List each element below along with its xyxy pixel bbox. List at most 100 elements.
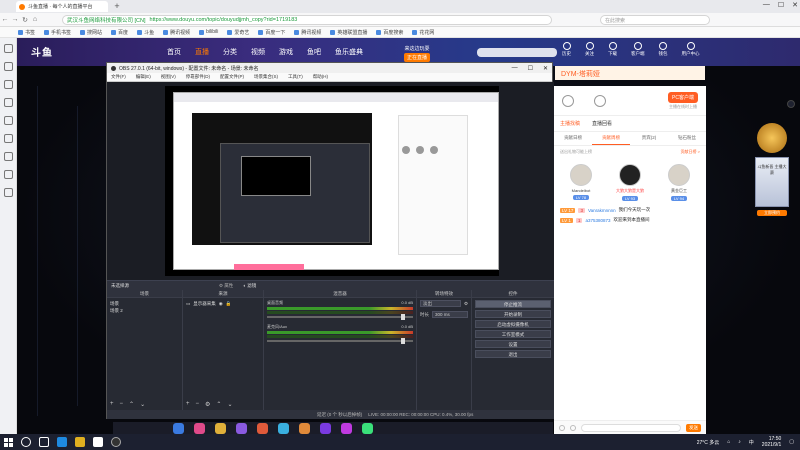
podium-user[interactable]: 大狼大狼是大狼 LV 93: [616, 164, 644, 201]
side-ad[interactable]: 斗鱼新晋 主播大赛 立即预约: [752, 113, 792, 243]
nav-item[interactable]: 视频: [251, 47, 265, 57]
remove-icon[interactable]: −: [120, 401, 124, 408]
volume-icon[interactable]: ♪: [738, 439, 741, 445]
down-icon[interactable]: ⌄: [140, 401, 145, 408]
header-icon-item[interactable]: 用户中心: [682, 42, 700, 57]
chat-icon[interactable]: [4, 170, 13, 179]
emoji-icon[interactable]: [570, 424, 576, 431]
edge-icon[interactable]: [57, 437, 67, 447]
rank-tab[interactable]: 贡献周榜: [592, 132, 630, 145]
gift-icon[interactable]: [320, 422, 331, 434]
nav-item[interactable]: 分类: [223, 47, 237, 57]
close-ad-icon[interactable]: [787, 100, 795, 108]
rank-tab[interactable]: 贡献日榜: [554, 132, 592, 145]
home-icon[interactable]: ⌂: [30, 16, 40, 23]
rank-note-link[interactable]: 贡献日榜 >: [681, 149, 700, 155]
chat-nick[interactable]: a375380873: [585, 218, 610, 223]
task-view-icon[interactable]: [39, 437, 49, 447]
chat-nick[interactable]: Vanrakmnnnn: [588, 208, 616, 213]
control-button[interactable]: 停止推流: [475, 300, 551, 308]
control-button[interactable]: 启动虚拟摄像机: [475, 320, 551, 328]
weather[interactable]: 27°C 多云: [697, 439, 720, 446]
network-icon[interactable]: ⌂: [727, 439, 730, 445]
up-icon[interactable]: ⌃: [129, 401, 134, 408]
obs-menu-item[interactable]: 场景集合(S): [254, 74, 278, 80]
obs-menu-item[interactable]: 停靠部件(D): [186, 74, 210, 80]
gift-icon[interactable]: [173, 422, 184, 434]
bookmark-item[interactable]: 爱奇艺: [227, 29, 249, 36]
douyu-logo[interactable]: 斗鱼: [31, 44, 121, 62]
header-icon-item[interactable]: 关注: [585, 42, 594, 57]
minimize-icon[interactable]: —: [763, 1, 770, 9]
control-button[interactable]: 工作室模式: [475, 330, 551, 338]
explorer-icon[interactable]: [75, 437, 85, 447]
maximize-icon[interactable]: ☐: [778, 1, 784, 9]
nav-item[interactable]: 首页: [167, 47, 181, 57]
url-input[interactable]: 武汉斗鱼网络科技有限公司 [CN] https://www.douyu.com/…: [62, 15, 552, 25]
start-icon[interactable]: [4, 437, 13, 447]
download-icon[interactable]: [4, 80, 13, 89]
bookmark-item[interactable]: 书签: [18, 29, 35, 36]
room-tab[interactable]: 直播回看: [592, 120, 612, 127]
podium-user[interactable]: 黄金巨工 LV 94: [668, 164, 690, 201]
volume-slider[interactable]: [267, 338, 413, 344]
obs-minimize-icon[interactable]: —: [512, 65, 518, 72]
up-icon[interactable]: ⌃: [216, 401, 221, 408]
gift-icon[interactable]: [194, 422, 205, 434]
add-icon[interactable]: +: [186, 401, 190, 408]
gear-icon[interactable]: ⚙: [205, 401, 210, 408]
gift-icon[interactable]: [236, 422, 247, 434]
obs-menu-item[interactable]: 编辑(E): [136, 74, 151, 80]
header-icon-item[interactable]: 历史: [562, 42, 571, 57]
nav-item[interactable]: 鱼乐盛典: [335, 47, 363, 57]
header-icon-item[interactable]: 下载: [608, 42, 617, 57]
bookmark-item[interactable]: 百度: [111, 29, 128, 36]
obs-menu-item[interactable]: 配置文件(P): [220, 74, 244, 80]
properties-button[interactable]: ⚙ 属性: [219, 283, 233, 289]
gift-icon[interactable]: [257, 422, 268, 434]
tools-icon[interactable]: [4, 188, 13, 197]
browser-search-input[interactable]: 在此搜索: [600, 15, 710, 25]
rank-tab[interactable]: 钻石粉丝: [668, 132, 706, 145]
chat-input[interactable]: [581, 423, 681, 432]
bookmark-item[interactable]: bilibili: [199, 29, 218, 35]
pc-client-button[interactable]: PC客户端: [668, 91, 698, 103]
obs-menu-item[interactable]: 帮助(H): [313, 74, 328, 80]
obs-close-icon[interactable]: ✕: [543, 65, 548, 72]
down-icon[interactable]: ⌄: [227, 401, 232, 408]
report-icon[interactable]: [594, 94, 606, 107]
lock-icon[interactable]: 🔒: [226, 300, 232, 307]
room-tab[interactable]: 主播找稿: [560, 120, 580, 127]
ad-button[interactable]: 立即预约: [757, 210, 787, 216]
collection-icon[interactable]: [4, 44, 13, 53]
bookmark-item[interactable]: 腾讯视频: [163, 29, 190, 36]
header-icon-item[interactable]: 客户端: [631, 42, 645, 57]
ime-indicator[interactable]: 中: [749, 439, 754, 446]
note-icon[interactable]: [4, 116, 13, 125]
podium-user[interactable]: Mandelbot LV 78: [570, 164, 592, 201]
nav-item[interactable]: 鱼吧: [307, 47, 321, 57]
nav-item[interactable]: 游戏: [279, 47, 293, 57]
reload-icon[interactable]: ↻: [20, 16, 30, 24]
gear-icon[interactable]: ⚙: [464, 301, 468, 307]
bookmark-item[interactable]: 搜网站: [80, 29, 102, 36]
clock[interactable]: 17:50 2021/9/1: [762, 436, 781, 448]
close-icon[interactable]: ✕: [792, 1, 798, 9]
bookmark-item[interactable]: 百度搜索: [376, 29, 403, 36]
mail-icon[interactable]: [4, 152, 13, 161]
game-icon[interactable]: [4, 134, 13, 143]
gift-icon[interactable]: [362, 422, 373, 434]
live-badge[interactable]: 来这边玩耍 正在直播: [404, 45, 431, 62]
gift-icon[interactable]: [215, 422, 226, 434]
gift-icon[interactable]: [299, 422, 310, 434]
search-icon[interactable]: [21, 437, 31, 447]
obs-icon[interactable]: [111, 437, 121, 447]
bookmark-item[interactable]: 英雄联盟直播: [330, 29, 367, 36]
send-button[interactable]: 发送: [686, 423, 701, 432]
rank-tab[interactable]: 贵宾(2): [630, 132, 668, 145]
browser-icon[interactable]: [93, 437, 103, 447]
control-button[interactable]: 退出: [475, 350, 551, 358]
gift-icon[interactable]: [341, 422, 352, 434]
obs-maximize-icon[interactable]: ☐: [528, 65, 533, 72]
obs-preview[interactable]: [107, 82, 554, 280]
